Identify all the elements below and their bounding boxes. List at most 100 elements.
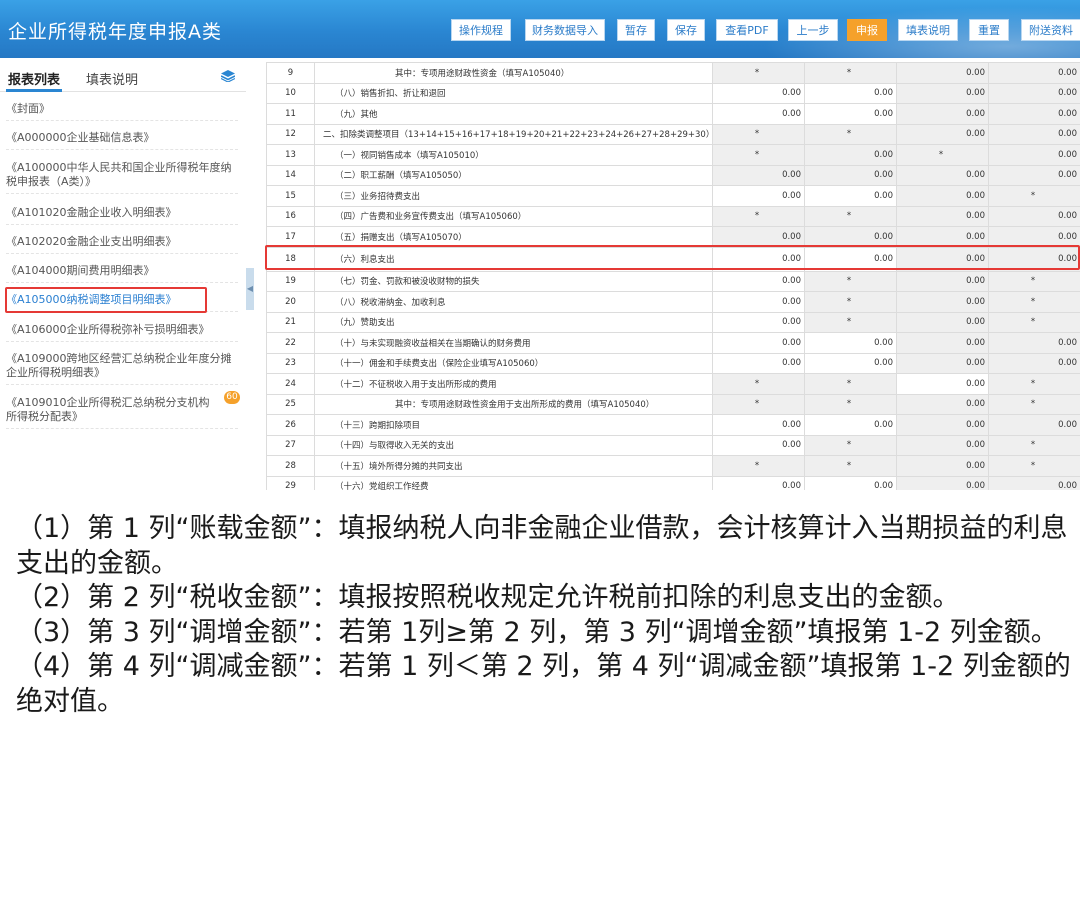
amount-cell-col1: * [712,62,805,84]
collapse-sidebar-handle[interactable]: ◀ [246,268,254,310]
table-row: 21 （九）赞助支出 0.00 * 0.00 * [266,311,1080,333]
amount-cell-col2: * [804,270,897,292]
amount-cell-col2[interactable]: 0.00 [804,185,897,207]
instruction-paragraph-3: （3）第 3 列“调增金额”：若第 1列≥第 2 列，第 3 列“调增金额”填报… [16,616,1058,648]
sidebar-item-a109010[interactable]: 《A109010企业所得税汇总纳税分支机构所得税分配表》 [6,396,238,429]
amount-cell-col3: 0.00 [896,393,989,415]
save-button[interactable]: 保存 [667,19,705,41]
tab-fill-instructions[interactable]: 填表说明 [86,69,138,88]
amount-cell-col4: 0.00 [988,123,1080,145]
amount-cell-col1[interactable]: 0.00 [712,103,805,125]
attachments-button[interactable]: 附送资料 [1021,19,1080,41]
row-number: 26 [266,414,315,436]
row-number: 20 [266,291,315,313]
table-row: 13 （一）视同销售成本（填写A105010） * 0.00 * 0.00 [266,144,1080,166]
amount-cell-col2: * [804,393,897,415]
amount-cell-col4: 0.00 [988,144,1080,166]
import-financial-data-button[interactable]: 财务数据导入 [525,19,605,41]
table-row: 26 （十三）跨期扣除项目 0.00 0.00 0.00 0.00 [266,414,1080,436]
reset-button[interactable]: 重置 [969,19,1009,41]
row-number: 10 [266,82,315,104]
row-item-name: 二、扣除类调整项目（13+14+15+16+17+18+19+20+21+22+… [314,123,713,145]
sidebar-selection-highlight [5,287,207,313]
amount-cell-col1[interactable]: 0.00 [712,270,805,292]
amount-cell-col2[interactable]: 0.00 [804,82,897,104]
amount-cell-col2[interactable]: 0.00 [804,332,897,354]
declare-button[interactable]: 申报 [847,19,887,41]
amount-cell-col2: 0.00 [804,164,897,186]
amount-cell-col1[interactable]: 0.00 [712,185,805,207]
sidebar-item-a101020[interactable]: 《A101020金融企业收入明细表》 [6,206,238,225]
row-number: 23 [266,352,315,374]
amount-cell-col3: 0.00 [896,164,989,186]
amount-cell-col3: 0.00 [896,103,989,125]
amount-cell-col2: 0.00 [804,144,897,166]
fill-instructions-button[interactable]: 填表说明 [898,19,958,41]
row-number: 13 [266,144,315,166]
row-number: 27 [266,434,315,456]
amount-cell-col1[interactable]: 0.00 [712,82,805,104]
amount-cell-col2[interactable]: 0.00 [804,414,897,436]
amount-cell-col3[interactable]: 0.00 [896,373,989,395]
amount-cell-col1[interactable]: 0.00 [712,291,805,313]
row-item-name: （十六）党组织工作经费 [314,475,713,490]
row-item-name: （九）赞助支出 [314,311,713,333]
amount-cell-col2: * [804,455,897,477]
amount-cell-col3: 0.00 [896,311,989,333]
amount-cell-col4: 0.00 [988,352,1080,374]
row-number: 28 [266,455,315,477]
active-tab-indicator [6,89,62,92]
instruction-paragraph-2: （2）第 2 列“税收金额”：填报按照税收规定允许税前扣除的利息支出的金额。 [16,582,960,613]
sidebar-item-a106000[interactable]: 《A106000企业所得税弥补亏损明细表》 [6,323,238,342]
amount-cell-col1[interactable]: 0.00 [712,475,805,490]
row-item-name: 其中：专项用途财政性资金用于支出所形成的费用（填写A105040） [314,393,713,415]
sidebar-item-cover[interactable]: 《封面》 [6,102,238,121]
amount-cell-col3: 0.00 [896,62,989,84]
amount-cell-col4: * [988,270,1080,292]
sidebar-item-a104000[interactable]: 《A104000期间费用明细表》 [6,264,238,283]
tab-form-list[interactable]: 报表列表 [8,69,60,88]
amount-cell-col1[interactable]: 0.00 [712,414,805,436]
amount-cell-col3: 0.00 [896,434,989,456]
amount-cell-col2[interactable]: 0.00 [804,475,897,490]
amount-cell-col1: * [712,373,805,395]
table-row: 16 （四）广告费和业务宣传费支出（填写A105060） * * 0.00 0.00 [266,205,1080,227]
amount-cell-col2[interactable]: 0.00 [804,103,897,125]
amount-cell-col4: 0.00 [988,475,1080,490]
layers-icon[interactable] [221,70,235,82]
amount-cell-col4: 0.00 [988,414,1080,436]
amount-cell-col3: 0.00 [896,226,989,248]
sidebar-item-a000000[interactable]: 《A000000企业基础信息表》 [6,131,238,150]
amount-cell-col1[interactable]: 0.00 [712,434,805,456]
table-row: 20 （八）税收滞纳金、加收利息 0.00 * 0.00 * [266,291,1080,313]
table-row: 25 其中：专项用途财政性资金用于支出所形成的费用（填写A105040） * * 0.0… [266,393,1080,415]
amount-cell-col1[interactable]: 0.00 [712,311,805,333]
sidebar-item-a109000[interactable]: 《A109000跨地区经营汇总纳税企业年度分摊企业所得税明细表》 [6,352,238,385]
amount-cell-col3: 0.00 [896,455,989,477]
sidebar: 报表列表 填表说明 《封面》 《A000000企业基础信息表》 《A100000… [0,58,246,490]
amount-cell-col1[interactable]: 0.00 [712,352,805,374]
amount-cell-col3: 0.00 [896,205,989,227]
amount-cell-col1: * [712,144,805,166]
amount-cell-col2: * [804,373,897,395]
amount-cell-col4: 0.00 [988,164,1080,186]
sidebar-item-a102020[interactable]: 《A102020金融企业支出明细表》 [6,235,238,254]
amount-cell-col2: * [804,434,897,456]
row-number: 21 [266,311,315,333]
view-pdf-button[interactable]: 查看PDF [716,19,778,41]
row-item-name: （十一）佣金和手续费支出（保险企业填写A105060） [314,352,713,374]
operating-rules-button[interactable]: 操作规程 [451,19,511,41]
amount-cell-col1: * [712,205,805,227]
amount-cell-col2[interactable]: 0.00 [804,352,897,374]
amount-cell-col4: 0.00 [988,205,1080,227]
row-item-name: （七）罚金、罚款和被没收财物的损失 [314,270,713,292]
amount-cell-col1[interactable]: 0.00 [712,332,805,354]
previous-step-button[interactable]: 上一步 [788,19,838,41]
table-row: 29 （十六）党组织工作经费 0.00 0.00 0.00 0.00 [266,475,1080,490]
row-highlight-interest-expense [265,245,1080,270]
row-item-name: （四）广告费和业务宣传费支出（填写A105060） [314,205,713,227]
sidebar-item-a100000[interactable]: 《A100000中华人民共和国企业所得税年度纳税申报表（A类）》 [6,161,238,194]
temp-save-button[interactable]: 暂存 [617,19,655,41]
amount-cell-col4: * [988,434,1080,456]
table-row: 12 二、扣除类调整项目（13+14+15+16+17+18+19+20+21+2… [266,123,1080,145]
